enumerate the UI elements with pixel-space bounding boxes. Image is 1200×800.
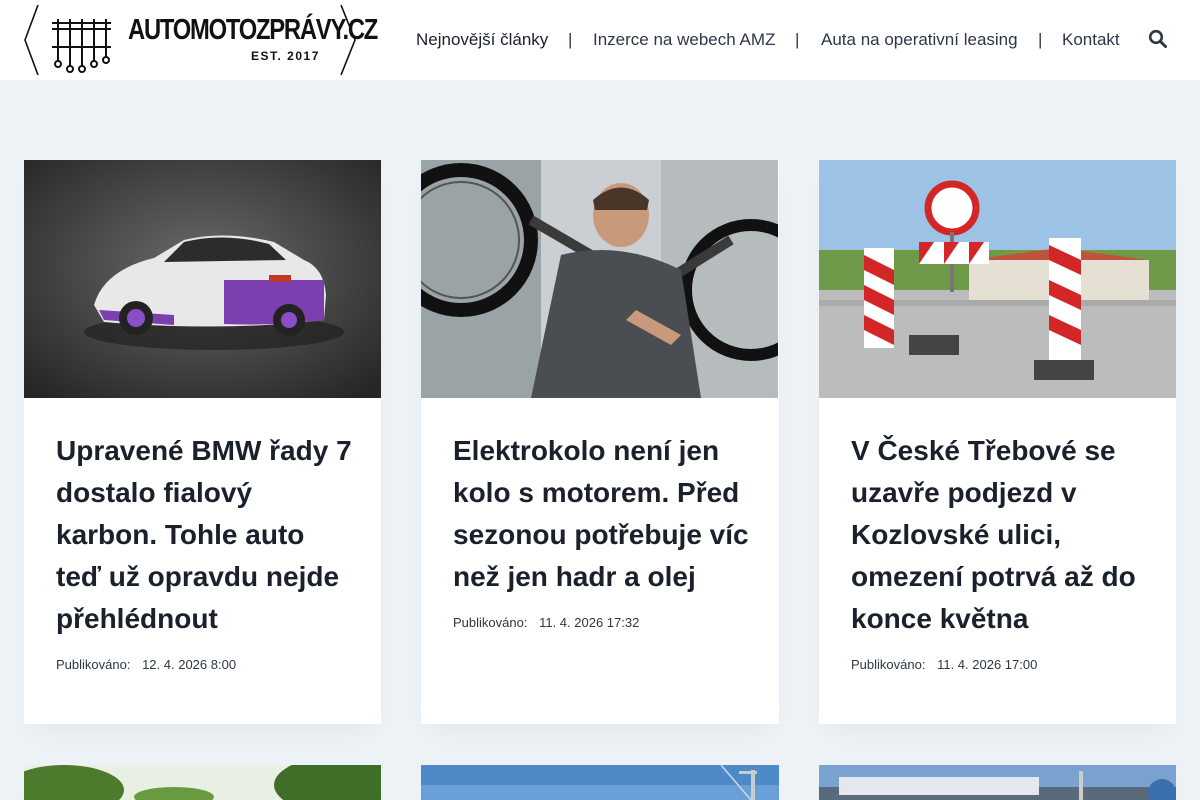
- article-image[interactable]: [819, 765, 1176, 800]
- nav-item-leasing[interactable]: Auta na operativní leasing: [821, 30, 1018, 50]
- article-image-roadblock[interactable]: [819, 160, 1176, 398]
- site-logo[interactable]: AUTOMOTOZPRÁVY.CZ EST. 2017: [24, 4, 378, 76]
- article-card[interactable]: [819, 765, 1176, 800]
- nav-separator: |: [795, 30, 800, 49]
- nav-separator: |: [568, 30, 573, 49]
- nav-item-advertising[interactable]: Inzerce na webech AMZ: [593, 30, 775, 50]
- article-image-ebike[interactable]: [421, 160, 778, 398]
- published-date: 11. 4. 2026 17:00: [937, 657, 1038, 672]
- nav-item-contact[interactable]: Kontakt: [1062, 30, 1120, 50]
- article-card[interactable]: [421, 765, 779, 800]
- logo-est: EST. 2017: [251, 49, 320, 63]
- article-image[interactable]: [24, 765, 381, 800]
- article-card[interactable]: Upravené BMW řady 7 dostalo fialový karb…: [24, 160, 381, 724]
- published-date: 12. 4. 2026 8:00: [142, 657, 237, 672]
- article-title[interactable]: V České Třebové se uzavře podjezd v Kozl…: [851, 430, 1151, 640]
- article-card[interactable]: Elektrokolo není jen kolo s motorem. Pře…: [421, 160, 779, 724]
- article-meta: Publikováno: 11. 4. 2026 17:00: [851, 657, 1037, 672]
- article-meta: Publikováno: 11. 4. 2026 17:32: [453, 615, 639, 630]
- nav-separator: |: [1038, 30, 1043, 49]
- article-title[interactable]: Upravené BMW řady 7 dostalo fialový karb…: [56, 430, 356, 640]
- published-label: Publikováno:: [851, 657, 926, 672]
- article-title[interactable]: Elektrokolo není jen kolo s motorem. Pře…: [453, 430, 753, 598]
- article-meta: Publikováno: 12. 4. 2026 8:00: [56, 657, 236, 672]
- published-date: 11. 4. 2026 17:32: [539, 615, 640, 630]
- article-card[interactable]: V České Třebové se uzavře podjezd v Kozl…: [819, 160, 1176, 724]
- nav-item-latest[interactable]: Nejnovější články: [416, 30, 548, 50]
- article-card[interactable]: [24, 765, 381, 800]
- logo-wordmark: AUTOMOTOZPRÁVY.CZ: [128, 14, 378, 46]
- article-image[interactable]: [421, 765, 779, 800]
- article-image-bmw[interactable]: [24, 160, 381, 398]
- search-icon[interactable]: [1148, 29, 1168, 49]
- site-header: AUTOMOTOZPRÁVY.CZ EST. 2017 Nejnovější č…: [0, 0, 1200, 80]
- published-label: Publikováno:: [453, 615, 528, 630]
- published-label: Publikováno:: [56, 657, 131, 672]
